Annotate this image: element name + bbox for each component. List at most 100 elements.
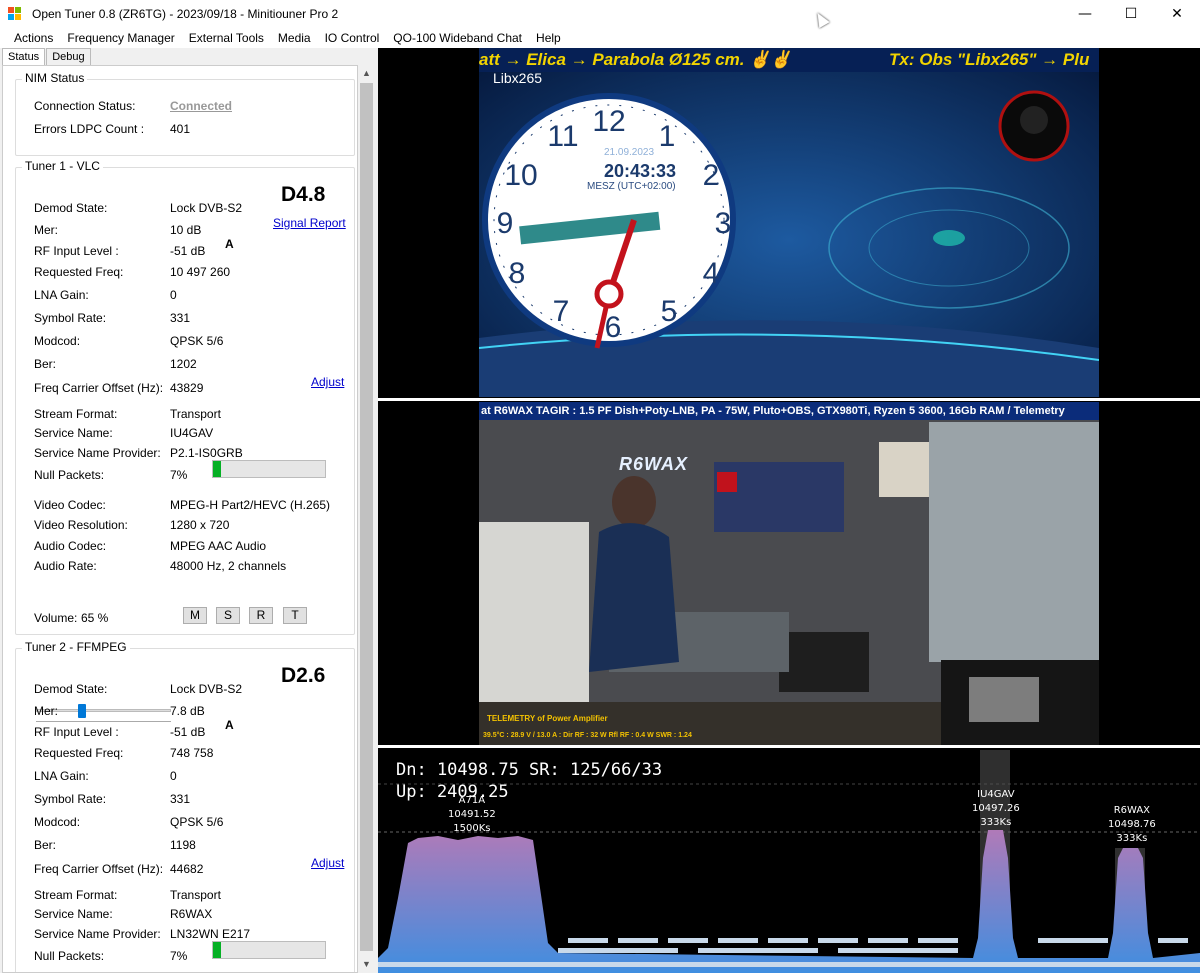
title-bar: Open Tuner 0.8 (ZR6TG) - 2023/09/18 - Mi… (0, 0, 1200, 28)
menu-io-control[interactable]: IO Control (318, 31, 387, 45)
menu-external-tools[interactable]: External Tools (182, 31, 271, 45)
signal-label-r6wax[interactable]: R6WAX 10498.76 333Ks (1108, 804, 1156, 846)
video-tuner2[interactable]: at R6WAX TAGIR : 1.5 PF Dish+Poty-LNB, P… (479, 402, 1099, 747)
tuner1-row-label: Video Resolution: (34, 518, 128, 532)
video1-ticker-left: att → Elica → Parabola Ø125 cm. ✌✌ (479, 50, 792, 69)
svg-text:5: 5 (661, 295, 678, 328)
tab-status[interactable]: Status (2, 48, 46, 66)
tuner1-row-value: 10 497 260 (170, 265, 231, 279)
tuner2-row-value: Lock DVB-S2 (170, 682, 243, 696)
tuner2-row-label: Null Packets: (34, 949, 105, 963)
spectrum-downlink: Dn: 10498.75 SR: 125/66/33 (396, 760, 663, 780)
tuner2-row-value: 0 (170, 769, 177, 783)
tuner2-row-value: QPSK 5/6 (170, 815, 224, 829)
snapshot-button[interactable]: S (216, 607, 240, 624)
tuner2-row-label: Freq Carrier Offset (Hz): (34, 862, 164, 876)
tuner2-row-label: LNA Gain: (34, 769, 89, 783)
tuner1-row-label: Service Name Provider: (34, 446, 161, 460)
scrollbar-thumb[interactable] (360, 83, 373, 951)
menu-frequency-manager[interactable]: Frequency Manager (60, 31, 181, 45)
video-tuner1[interactable]: 12 1 2 3 45 6 78 9 10 11 att → Elica → Parabol… (479, 48, 1099, 397)
tuner1-row-value: 43829 (170, 381, 204, 395)
signal-freq: 10491.52 (448, 809, 496, 820)
menu-qo100-chat[interactable]: QO-100 Wideband Chat (386, 31, 529, 45)
tuner1-row-label: Mer: (34, 223, 58, 237)
tuner1-row-label: Video Codec: (34, 498, 106, 512)
tuner1-row-label: Freq Carrier Offset (Hz): (34, 381, 164, 395)
tab-debug[interactable]: Debug (46, 48, 91, 65)
svg-text:1: 1 (659, 120, 676, 153)
tuner2-row-label: Ber: (34, 838, 57, 852)
svg-text:11: 11 (547, 120, 578, 153)
svg-text:9: 9 (497, 207, 514, 240)
nim-status-group: NIM Status Connection Status: Connected … (15, 71, 355, 156)
tuner2-row-value: 7% (170, 949, 188, 963)
close-button[interactable]: ✕ (1154, 0, 1200, 28)
svg-text:8: 8 (509, 257, 526, 290)
tuner1-row-value: MPEG AAC Audio (170, 539, 267, 553)
tuner1-row-value: Lock DVB-S2 (170, 201, 243, 215)
status-tab-content: NIM Status Connection Status: Connected … (2, 65, 358, 973)
tuner2-null-packets-bar (212, 941, 326, 959)
tuner1-row-value: QPSK 5/6 (170, 334, 224, 348)
tuner1-dbadge: D4.8 (281, 183, 326, 206)
video2-ticker: at R6WAX TAGIR : 1.5 PF Dish+Poty-LNB, P… (479, 402, 1099, 420)
video1-clock-time: 20:43:33 (604, 161, 677, 181)
signal-label-a71a[interactable]: A71A 10491.52 1500Ks (448, 794, 496, 836)
tuner2-row-value: LN32WN E217 (170, 927, 251, 941)
video1-clock-tz: MESZ (UTC+02:00) (587, 181, 676, 192)
app-icon (8, 7, 22, 21)
signal-freq: 10498.76 (1108, 819, 1156, 830)
mute-button[interactable]: M (183, 607, 207, 624)
video1-channel-label: Libx265 (493, 70, 543, 86)
menu-media[interactable]: Media (271, 31, 318, 45)
nim-status-title: NIM Status (22, 71, 88, 85)
spectrum-display[interactable]: Dn: 10498.75 SR: 125/66/33 Up: 2409.25 A… (378, 748, 1200, 973)
signal-sr: 333Ks (1116, 833, 1148, 844)
tuner1-row-value: P2.1-IS0GRB (170, 446, 243, 460)
tuner2-row-label: Stream Format: (34, 888, 118, 902)
signal-label-iu4gav[interactable]: IU4GAV 10497.26 333Ks (972, 788, 1020, 830)
tuner2-row-value: 331 (170, 792, 191, 806)
scroll-down-icon[interactable]: ▼ (358, 956, 375, 973)
tuner1-row-value: -51 dB (170, 244, 206, 258)
tuner2-title: Tuner 2 - FFMPEG (22, 640, 130, 654)
tuner1-null-packets-bar (212, 460, 326, 478)
tuner2-row-label: Symbol Rate: (34, 792, 107, 806)
connection-status-label: Connection Status: (34, 99, 136, 113)
tuner1-row-label: Ber: (34, 357, 57, 371)
video2-brand: R6WAX (619, 454, 689, 474)
video-divider (378, 398, 1200, 401)
tuner2-row-label: Service Name Provider: (34, 927, 161, 941)
tuner1-adjust-link[interactable]: Adjust (311, 375, 344, 389)
video1-scene: 12 12 3 45 6 78 9 10 11 (479, 48, 1099, 397)
video2-scene (479, 402, 1099, 747)
menu-actions[interactable]: Actions (7, 31, 60, 45)
video1-ticker-right: Tx: Obs "Libx265" → Plu (889, 50, 1090, 69)
tuner1-group: Tuner 1 - VLC D4.8 Signal Report A Adjus… (15, 159, 355, 722)
tuner2-row-value: Transport (170, 888, 221, 902)
window-title: Open Tuner 0.8 (ZR6TG) - 2023/09/18 - Mi… (32, 7, 339, 21)
tuner1-row-value: IU4GAV (170, 426, 214, 440)
connection-status-value[interactable]: Connected (170, 99, 232, 113)
status-panel: Status Debug NIM Status Connection Statu… (0, 48, 376, 973)
tuner2-rf-flag: A (225, 718, 234, 732)
signal-report-link[interactable]: Signal Report (273, 216, 346, 230)
tuner2-adjust-link[interactable]: Adjust (311, 856, 344, 870)
video1-clock-date: 21.09.2023 (604, 147, 655, 158)
tuner1-row-label: Symbol Rate: (34, 311, 107, 325)
tuner1-row-value: Transport (170, 407, 221, 421)
left-panel-scrollbar[interactable]: ▲ ▼ (358, 65, 375, 973)
menu-bar: Actions Frequency Manager External Tools… (0, 28, 1200, 48)
tuner2-row-value: -51 dB (170, 725, 206, 739)
transport-button[interactable]: T (283, 607, 307, 624)
maximize-button[interactable]: ☐ (1108, 0, 1154, 28)
scroll-up-icon[interactable]: ▲ (358, 65, 375, 82)
signal-sr: 1500Ks (453, 823, 491, 834)
errors-ldpc-label: Errors LDPC Count : (34, 122, 145, 136)
tuner1-row-label: Demod State: (34, 201, 108, 215)
menu-help[interactable]: Help (529, 31, 568, 45)
minimize-button[interactable]: — (1062, 0, 1108, 28)
record-button[interactable]: R (249, 607, 273, 624)
tuner2-row-label: Service Name: (34, 907, 113, 921)
